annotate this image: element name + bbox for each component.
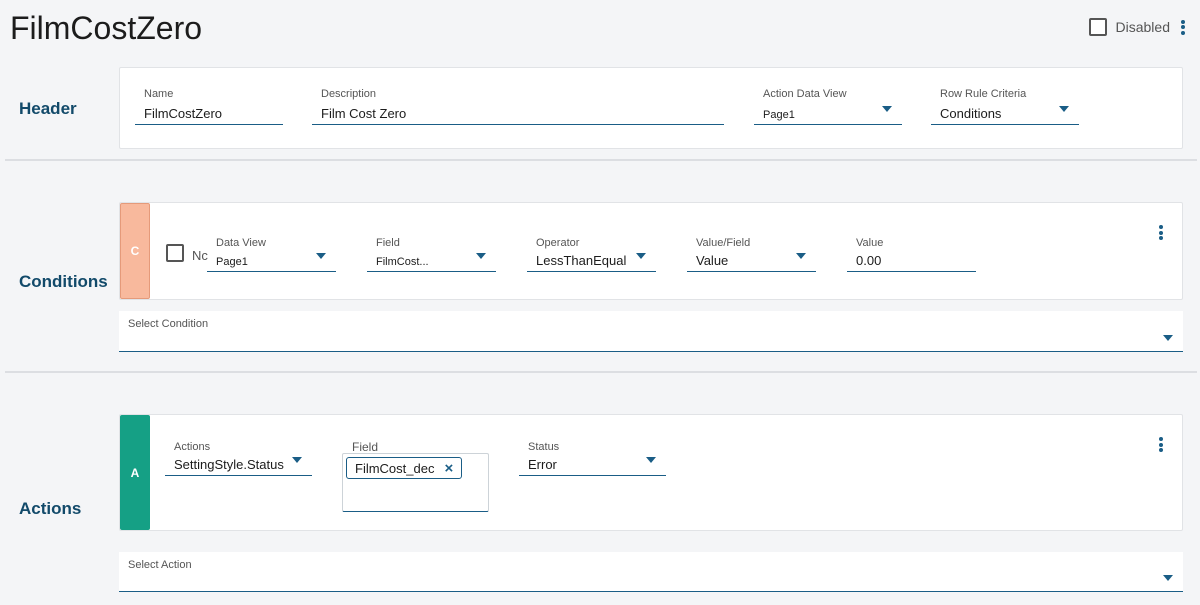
disabled-label: Disabled	[1115, 19, 1170, 35]
actions-value: SettingStyle.Status	[174, 457, 284, 472]
value-value: 0.00	[856, 253, 882, 268]
row-rule-criteria-select[interactable]: Row Rule Criteria Conditions	[931, 88, 1079, 125]
divider	[5, 371, 1197, 373]
action-tag: A	[120, 415, 150, 530]
chevron-down-icon	[1163, 335, 1173, 341]
action-data-view-value: Page1	[763, 109, 795, 121]
data-view-select[interactable]: Data View Page1	[207, 237, 336, 272]
kebab-icon[interactable]	[1156, 225, 1166, 240]
status-value: Error	[528, 457, 557, 472]
select-condition-label: Select Condition	[128, 318, 209, 330]
condition-field-select[interactable]: Field FilmCost...	[367, 237, 496, 272]
row-rule-criteria-label: Row Rule Criteria	[940, 88, 1027, 100]
section-label-conditions: Conditions	[19, 272, 108, 291]
field-label: Field	[376, 237, 400, 249]
action-field-label: Field	[352, 440, 379, 454]
actions-select[interactable]: Actions SettingStyle.Status	[165, 441, 312, 476]
action-card: A Actions SettingStyle.Status Field Film…	[119, 414, 1183, 531]
value-field-value: Value	[696, 253, 729, 268]
description-value: Film Cost Zero	[321, 106, 407, 121]
header-card: Name FilmCostZero Description Film Cost …	[119, 67, 1183, 149]
status-label: Status	[528, 441, 560, 453]
value-field-label: Value/Field	[696, 237, 751, 249]
name-label: Name	[144, 88, 174, 100]
chevron-down-icon	[646, 457, 656, 463]
chevron-down-icon	[882, 106, 892, 112]
value-field-select[interactable]: Value/Field Value	[687, 237, 816, 272]
name-value: FilmCostZero	[144, 106, 223, 121]
condition-card: C Nc Data View Page1 Field FilmCost... O…	[119, 202, 1183, 300]
operator-select[interactable]: Operator LessThanEqual	[527, 237, 656, 272]
close-icon[interactable]: ×	[444, 460, 453, 477]
select-action-dropdown[interactable]: Select Action	[119, 552, 1183, 592]
page-title: FilmCostZero	[10, 10, 203, 46]
section-label-header: Header	[19, 99, 77, 118]
field-chip: FilmCost_dec ×	[346, 457, 463, 479]
condition-tag: C	[120, 203, 150, 299]
field-value: FilmCost...	[376, 256, 429, 268]
select-action-label: Select Action	[128, 559, 192, 571]
chevron-down-icon	[316, 253, 326, 259]
section-label-actions: Actions	[19, 499, 82, 518]
not-checkbox[interactable]	[166, 244, 184, 262]
chevron-down-icon	[796, 253, 806, 259]
data-view-value: Page1	[216, 256, 248, 268]
actions-label: Actions	[174, 441, 211, 453]
name-field[interactable]: Name FilmCostZero	[135, 88, 283, 125]
description-field[interactable]: Description Film Cost Zero	[312, 88, 724, 125]
status-select[interactable]: Status Error	[519, 441, 666, 476]
chevron-down-icon	[476, 253, 486, 259]
chevron-down-icon	[636, 253, 646, 259]
kebab-icon[interactable]	[1156, 437, 1166, 452]
select-condition-dropdown[interactable]: Select Condition	[119, 311, 1183, 352]
operator-value: LessThanEqual	[536, 253, 627, 268]
top-controls: Disabled	[1088, 18, 1188, 36]
action-field-multiselect[interactable]: FilmCost_dec ×	[342, 453, 489, 512]
chevron-down-icon	[1163, 575, 1173, 581]
action-data-view-label: Action Data View	[763, 88, 847, 100]
description-label: Description	[321, 88, 377, 100]
row-rule-criteria-value: Conditions	[940, 106, 1002, 121]
chevron-down-icon	[292, 457, 302, 463]
action-data-view-select[interactable]: Action Data View Page1	[754, 88, 902, 125]
divider	[5, 159, 1197, 161]
kebab-icon[interactable]	[1178, 19, 1188, 35]
data-view-label: Data View	[216, 237, 266, 249]
chevron-down-icon	[1059, 106, 1069, 112]
field-chip-label: FilmCost_dec	[355, 460, 435, 476]
not-label: Nc	[192, 248, 208, 263]
operator-label: Operator	[536, 237, 580, 249]
value-label: Value	[856, 237, 884, 249]
value-input[interactable]: Value 0.00	[847, 237, 976, 272]
disabled-checkbox[interactable]	[1088, 18, 1107, 36]
